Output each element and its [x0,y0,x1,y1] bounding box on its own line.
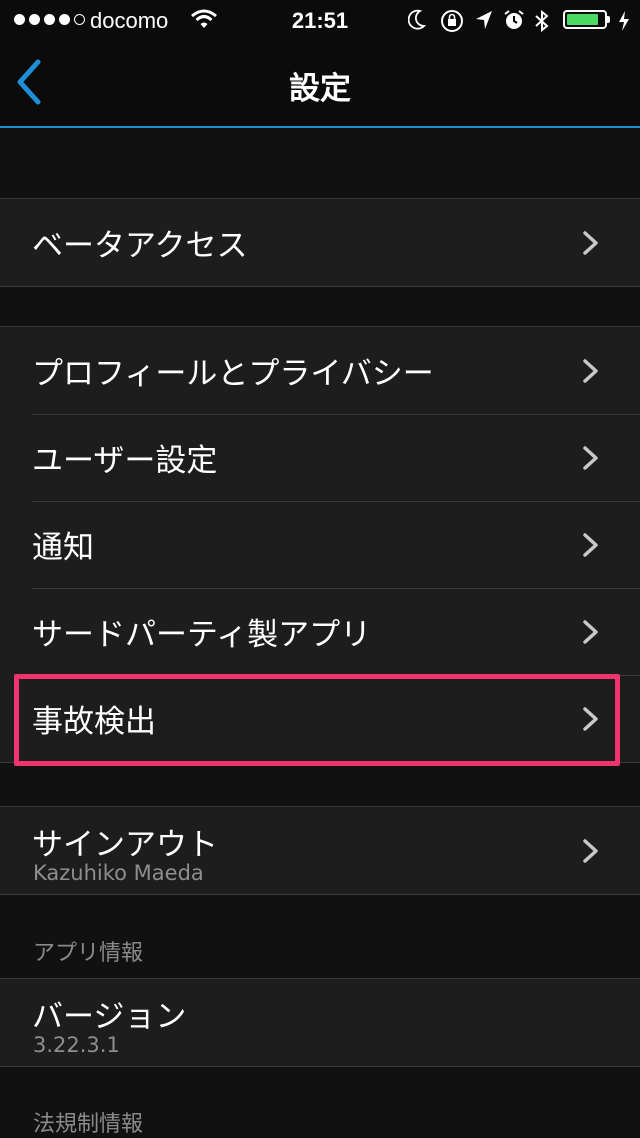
location-icon [476,11,492,29]
moon-icon [408,9,426,30]
app-info-group: バージョン 3.22.3.1 [0,978,640,1067]
settings-group-main: プロフィールとプライバシー ユーザー設定 通知 サードパーティ製アプリ 事故検出 [0,326,640,763]
user-settings-row[interactable]: ユーザー設定 [0,414,640,501]
chevron-right-icon [583,231,598,255]
row-label: ユーザー設定 [32,443,218,479]
chevron-right-icon [583,446,598,470]
app-info-header: アプリ情報 [33,941,144,966]
settings-group-account: サインアウト Kazuhiko Maeda [0,806,640,895]
rotation-lock-icon [441,10,463,32]
row-label: ベータアクセス [32,228,248,264]
account-name: Kazuhiko Maeda [33,861,204,885]
row-label: サードパーティ製アプリ [32,617,372,653]
sign-out-row[interactable]: サインアウト Kazuhiko Maeda [0,807,640,894]
row-label: プロフィールとプライバシー [32,356,434,392]
page-title: 設定 [289,71,351,107]
version-label: バージョン [32,999,187,1035]
settings-group-beta: ベータアクセス [0,198,640,287]
charging-icon [619,11,629,31]
beta-access-row[interactable]: ベータアクセス [0,199,640,286]
navigation-bar: 設定 [0,40,640,128]
profile-privacy-row[interactable]: プロフィールとプライバシー [0,327,640,414]
legal-header: 法規制情報 [33,1112,144,1137]
status-bar: docomo 21:51 [0,0,640,40]
alarm-icon [504,10,524,29]
bluetooth-icon [535,9,549,33]
row-label: 事故検出 [32,704,156,740]
chevron-right-icon [583,839,598,863]
battery-icon [563,10,607,29]
row-label: 通知 [32,530,94,566]
third-party-apps-row[interactable]: サードパーティ製アプリ [0,588,640,675]
version-row: バージョン 3.22.3.1 [0,979,640,1066]
chevron-right-icon [583,707,598,731]
chevron-right-icon [583,620,598,644]
version-value: 3.22.3.1 [33,1033,120,1057]
notifications-row[interactable]: 通知 [0,501,640,588]
incident-detection-row[interactable]: 事故検出 [0,675,640,762]
chevron-right-icon [583,359,598,383]
chevron-right-icon [583,533,598,557]
row-label: サインアウト [32,827,218,863]
